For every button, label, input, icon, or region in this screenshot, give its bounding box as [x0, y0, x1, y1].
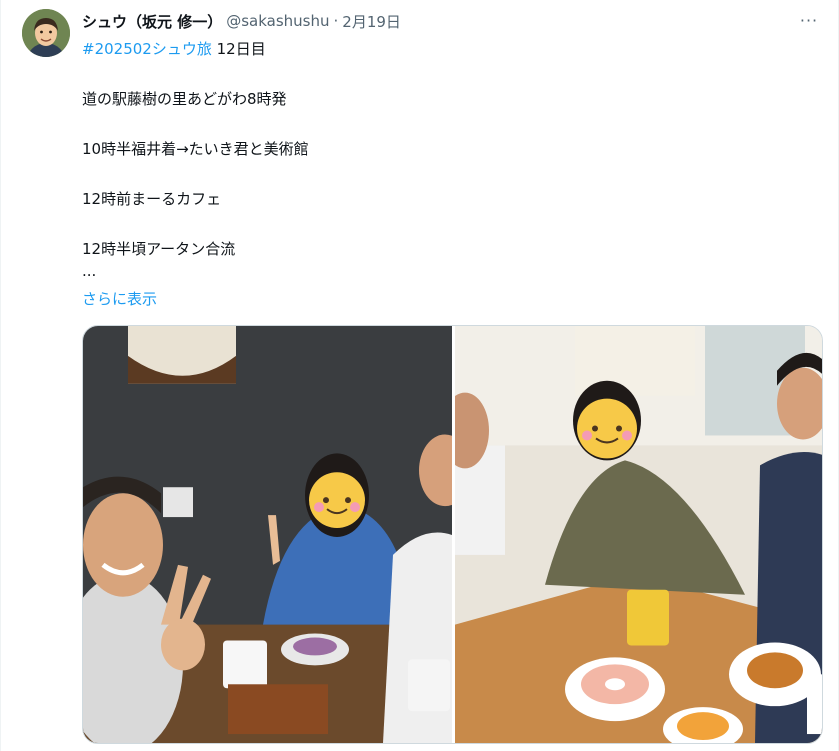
- tweet-line: 12時前まーるカフェ: [82, 190, 222, 208]
- tweet-card[interactable]: シュウ（坂元 修一） @sakashushu · 2月19日 ··· #2025…: [0, 0, 839, 751]
- photo-left[interactable]: [83, 326, 452, 743]
- show-more-link[interactable]: さらに表示: [82, 288, 157, 310]
- user-avatar-icon[interactable]: [22, 9, 70, 57]
- tweet-line: 12時半頃アータン合流: [82, 240, 236, 258]
- tweet-date[interactable]: 2月19日: [342, 11, 401, 32]
- user-handle[interactable]: @sakashushu: [226, 12, 329, 30]
- day-label: 12日目: [211, 40, 266, 58]
- display-name[interactable]: シュウ（坂元 修一）: [82, 11, 222, 32]
- tweet-text: #202502シュウ旅 12日目 道の駅藤樹の里あどがわ8時発 10時半福井着→…: [82, 38, 309, 282]
- photo-right[interactable]: [455, 326, 822, 743]
- tweet-line: 10時半福井着→たいき君と美術館: [82, 140, 309, 158]
- ellipsis: ...: [82, 262, 97, 280]
- hashtag-link[interactable]: #202502シュウ旅: [82, 40, 212, 58]
- tweet-first-line: #202502シュウ旅 12日目: [82, 38, 309, 60]
- more-options-icon[interactable]: ···: [798, 10, 820, 30]
- tweet-line: 道の駅藤樹の里あどがわ8時発: [82, 90, 287, 108]
- separator-dot: ·: [333, 12, 339, 30]
- tweet-header: シュウ（坂元 修一） @sakashushu · 2月19日: [82, 10, 401, 32]
- media-grid: [82, 325, 823, 744]
